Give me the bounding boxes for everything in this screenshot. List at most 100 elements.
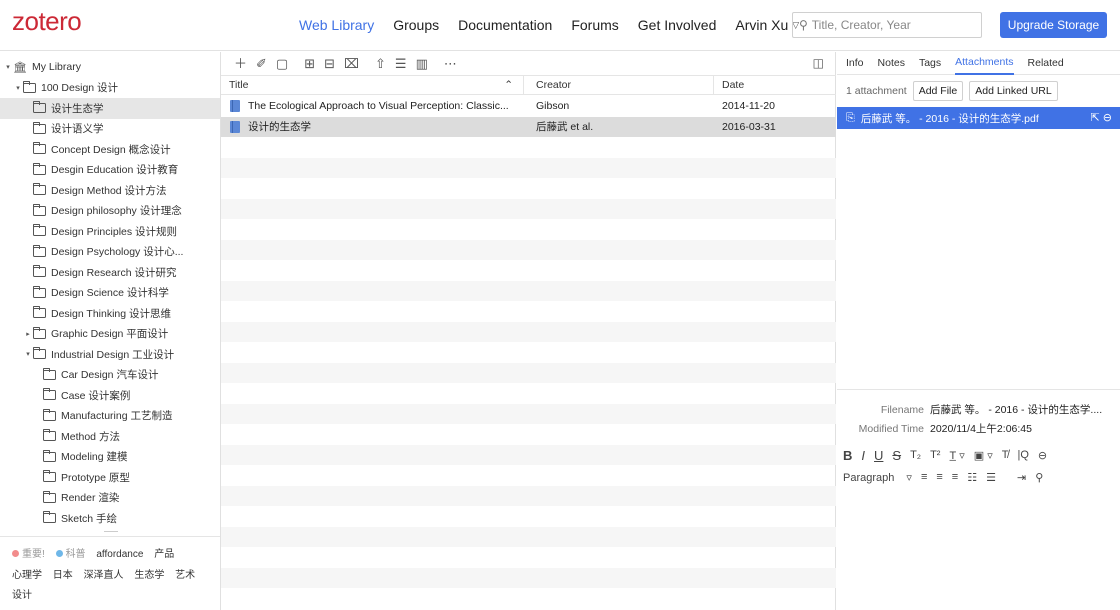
tree-item-collection[interactable]: Design philosophy 设计理念 [0, 201, 220, 222]
paragraph-select[interactable]: Paragraph ▿ [843, 471, 912, 484]
tree-item-collection[interactable]: Design Principles 设计规则 [0, 221, 220, 242]
nav-documentation[interactable]: Documentation [458, 17, 552, 33]
bullet-list-icon[interactable]: ☷ [967, 471, 977, 484]
tag-item[interactable]: 日本 [53, 570, 73, 581]
tree-item-collection[interactable]: 设计生态学 [0, 98, 220, 119]
nav-groups[interactable]: Groups [393, 17, 439, 33]
subscript-icon[interactable]: T₂ [910, 449, 921, 461]
column-picker-icon[interactable]: ◫ [813, 56, 824, 70]
upgrade-storage-button[interactable]: Upgrade Storage [1000, 12, 1107, 38]
tree-item-collection[interactable]: Case 设计案例 [0, 385, 220, 406]
empty-row [221, 280, 836, 301]
nav-web-library[interactable]: Web Library [299, 17, 374, 33]
link-icon[interactable]: ⊖ [1038, 449, 1047, 462]
italic-icon[interactable]: I [861, 448, 865, 463]
attachment-item[interactable]: ⎘ 后藤武 等。 - 2016 - 设计的生态学.pdf ⇱ ⊖ [837, 107, 1120, 129]
tag-item[interactable]: 设计 [12, 590, 32, 601]
new-note-icon[interactable]: ▢ [276, 57, 288, 70]
tree-item-my-library[interactable]: ▾ 🏛 My Library [0, 57, 220, 78]
search-box[interactable]: ⚲ [792, 12, 982, 38]
tree-item-collection[interactable]: ▾ Industrial Design 工业设计 [0, 344, 220, 365]
indent-icon[interactable]: ⇥ [1017, 471, 1026, 484]
tag-item[interactable]: 艺术 [175, 570, 195, 581]
clear-format-icon[interactable]: T̸ [1002, 449, 1009, 461]
tree-item-collection[interactable]: Concept Design 概念设计 [0, 139, 220, 160]
tree-item-collection[interactable]: Design Science 设计科学 [0, 283, 220, 304]
superscript-icon[interactable]: T² [930, 449, 940, 461]
tree-item-collection[interactable]: Modeling 建模 [0, 447, 220, 468]
tree-item-collection[interactable]: 设计语义学 [0, 119, 220, 140]
tag-item[interactable]: 重要! [12, 549, 45, 560]
search-icon[interactable]: ⚲ [799, 18, 808, 32]
tag-item[interactable]: 产品 [154, 549, 174, 560]
search-input[interactable] [811, 18, 972, 32]
tree-item-label: Design Research 设计研究 [51, 266, 177, 279]
align-right-icon[interactable]: ≡ [952, 471, 958, 483]
tree-item-collection[interactable]: Method 方法 [0, 426, 220, 447]
tag-item[interactable]: 心理学 [12, 570, 42, 581]
tree-item-collection[interactable]: Design Method 设计方法 [0, 180, 220, 201]
align-center-icon[interactable]: ≡ [936, 471, 942, 483]
tree-item-collection[interactable]: Desgin Education 设计教育 [0, 160, 220, 181]
tree-item-collection[interactable]: Manufacturing 工艺制造 [0, 406, 220, 427]
trash-icon[interactable]: ⌧ [344, 57, 359, 70]
tree-item-collection[interactable]: Render 渲染 [0, 488, 220, 509]
citation-icon[interactable]: |Q [1017, 449, 1028, 461]
underline-icon[interactable]: U [874, 448, 883, 463]
tree-item-collection[interactable]: Design Research 设计研究 [0, 262, 220, 283]
tab-notes[interactable]: Notes [878, 52, 905, 75]
tab-attachments[interactable]: Attachments [955, 52, 1014, 75]
more-icon[interactable]: ⋯ [444, 57, 457, 70]
align-left-icon[interactable]: ≡ [921, 471, 927, 483]
collapse-icon[interactable]: ▾ [13, 84, 23, 92]
tag-item[interactable]: 生态学 [134, 570, 164, 581]
highlight-icon[interactable]: ▣ ▿ [974, 449, 993, 462]
export-icon[interactable]: ⇧ [375, 57, 386, 70]
tag-item[interactable]: 科普 [55, 549, 86, 560]
cite-icon[interactable]: ☰ [395, 57, 407, 70]
nav-forums[interactable]: Forums [571, 17, 618, 33]
find-icon[interactable]: ⚲ [1035, 471, 1043, 484]
tab-tags[interactable]: Tags [919, 52, 941, 75]
numbered-list-icon[interactable]: ☰ [986, 471, 996, 484]
zotero-logo[interactable]: zotero [12, 6, 82, 37]
tab-related[interactable]: Related [1028, 52, 1064, 75]
column-title[interactable]: Title ⌃ [221, 76, 523, 94]
column-creator[interactable]: Creator [523, 76, 713, 94]
new-item-icon[interactable]: ＋ [234, 57, 247, 70]
attachment-metadata: Filename 后藤武 等。 - 2016 - 设计的生态学.... Modi… [837, 389, 1120, 438]
add-file-button[interactable]: Add File [912, 81, 964, 101]
tag-item[interactable]: affordance [96, 549, 143, 560]
text-color-icon[interactable]: T̲ ▿ [949, 449, 964, 462]
strikethrough-icon[interactable]: S [892, 448, 901, 463]
tree-item-collection[interactable]: Design Thinking 设计思维 [0, 303, 220, 324]
expand-icon[interactable]: ▸ [23, 330, 33, 338]
expand-icon[interactable]: ▾ [3, 63, 13, 71]
tree-item-collection[interactable]: Sketch 手绘 [0, 508, 220, 529]
remove-from-collection-icon[interactable]: ⊟ [324, 57, 335, 70]
tree-item-collection[interactable]: Design Psychology 设计心... [0, 242, 220, 263]
table-row[interactable]: 设计的生态学 后藤武 et al. 2016-03-31 [221, 116, 836, 137]
tree-item-collection[interactable]: Prototype 原型 [0, 467, 220, 488]
tag-color-dot [12, 550, 19, 557]
tab-info[interactable]: Info [846, 52, 864, 75]
folder-icon [43, 367, 56, 380]
bibliography-icon[interactable]: ▥ [416, 57, 428, 70]
table-row[interactable]: The Ecological Approach to Visual Percep… [221, 96, 836, 117]
collapse-icon[interactable]: ▾ [23, 350, 33, 358]
add-linked-url-button[interactable]: Add Linked URL [969, 81, 1058, 101]
tree-item-collection[interactable]: ▾ 100 Design 设计 [0, 78, 220, 99]
user-menu[interactable]: Arvin Xu ▽ [735, 17, 799, 33]
filename-value[interactable]: 后藤武 等。 - 2016 - 设计的生态学.... [930, 402, 1102, 417]
column-date[interactable]: Date [713, 76, 836, 94]
add-by-identifier-icon[interactable]: ✐ [256, 57, 267, 70]
tree-item-collection[interactable]: ▸ Graphic Design 平面设计 [0, 324, 220, 345]
resize-handle[interactable] [104, 531, 118, 532]
nav-get-involved[interactable]: Get Involved [638, 17, 717, 33]
tree-item-collection[interactable]: Car Design 汽车设计 [0, 365, 220, 386]
remove-circle-icon[interactable]: ⊖ [1103, 112, 1112, 124]
add-to-collection-icon[interactable]: ⊞ [304, 57, 315, 70]
bold-icon[interactable]: B [843, 448, 852, 463]
open-external-icon[interactable]: ⇱ [1091, 112, 1100, 124]
tag-item[interactable]: 深泽直人 [84, 570, 124, 581]
